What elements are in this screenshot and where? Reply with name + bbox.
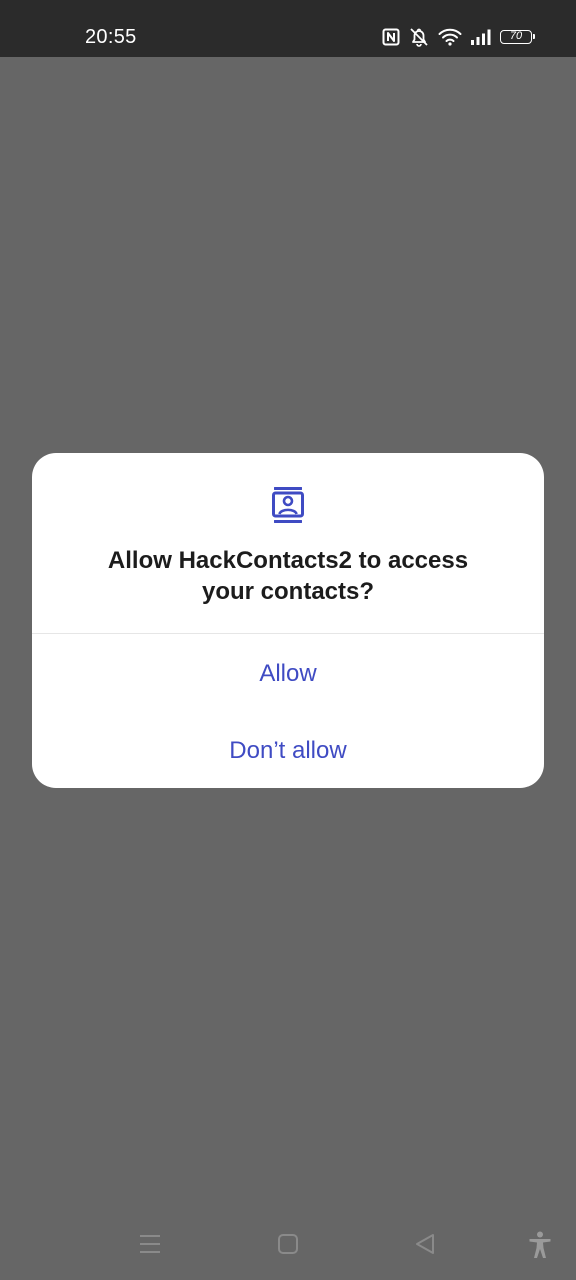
battery-icon: 70 <box>500 30 535 44</box>
nfc-icon <box>382 28 400 46</box>
navigation-bar <box>0 1210 576 1280</box>
battery-level: 70 <box>509 30 523 42</box>
dialog-divider <box>32 633 544 634</box>
dialog-title-line-1: Allow HackContacts2 to access <box>107 547 469 574</box>
status-icons: 70 <box>382 25 535 49</box>
menu-icon[interactable] <box>139 1232 161 1256</box>
home-icon[interactable] <box>277 1232 299 1256</box>
back-icon[interactable] <box>414 1232 436 1256</box>
accessibility-icon[interactable] <box>528 1231 552 1259</box>
signal-icon <box>471 29 491 45</box>
bell-muted-icon <box>410 28 428 47</box>
status-time: 20:55 <box>85 26 137 48</box>
dont-allow-button[interactable]: Don’t allow <box>32 721 544 781</box>
dialog-title: Allow HackContacts2 to access your conta… <box>32 545 544 607</box>
dialog-title-line-2: your contacts? <box>201 578 375 605</box>
contacts-icon <box>272 487 304 523</box>
status-bar: 20:55 70 <box>0 0 576 57</box>
allow-button[interactable]: Allow <box>32 644 544 704</box>
wifi-icon <box>438 28 462 46</box>
